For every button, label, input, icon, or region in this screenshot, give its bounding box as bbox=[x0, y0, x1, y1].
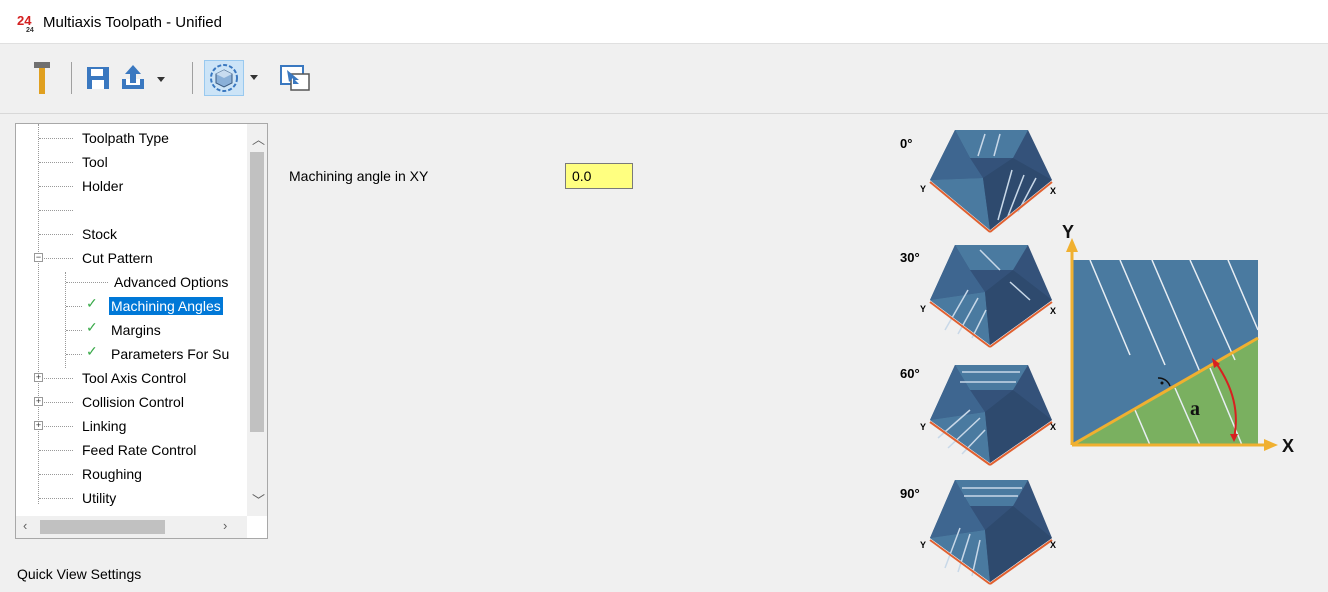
scrollbar-thumb[interactable] bbox=[250, 152, 264, 432]
tree-item-utility[interactable]: Utility bbox=[80, 487, 118, 509]
toolbar-separator bbox=[71, 62, 72, 94]
tree-item-toolpath-type[interactable]: Toolpath Type bbox=[80, 127, 171, 149]
save-icon bbox=[87, 67, 109, 89]
export-button[interactable] bbox=[120, 60, 168, 96]
title-bar: 24 24 Multiaxis Toolpath - Unified bbox=[0, 0, 1328, 44]
angle-label-90: 90° bbox=[900, 486, 920, 501]
axis-label-y: Y bbox=[920, 540, 926, 550]
tree-item-advanced-options[interactable]: Advanced Options bbox=[112, 271, 230, 293]
toolbar-separator bbox=[192, 62, 193, 94]
tree-connector bbox=[66, 282, 108, 283]
collapse-icon[interactable]: − bbox=[34, 253, 43, 262]
tree-item-tool-axis-control[interactable]: Tool Axis Control bbox=[80, 367, 188, 389]
tree-connector bbox=[39, 138, 73, 139]
angle-diagram: a Y X bbox=[1062, 222, 1294, 456]
tool-button[interactable] bbox=[28, 60, 56, 96]
tree-item-linking[interactable]: Linking bbox=[80, 415, 128, 437]
axis-label-x: X bbox=[1050, 306, 1056, 316]
tree-item-parameters-for-surfaces[interactable]: Parameters For Su bbox=[109, 343, 231, 365]
machining-angle-input[interactable] bbox=[565, 163, 633, 189]
tree-item-machining-angles[interactable]: Machining Angles bbox=[109, 295, 223, 317]
tree-connector bbox=[39, 498, 73, 499]
tree-vertical-scrollbar[interactable]: ︿ ﹀ bbox=[247, 124, 267, 516]
tree-connector bbox=[66, 306, 82, 307]
dock-button[interactable] bbox=[278, 60, 312, 96]
frustum-60deg bbox=[929, 365, 1053, 466]
axis-label-y: Y bbox=[920, 184, 926, 194]
toolbar bbox=[0, 44, 1328, 114]
expand-icon[interactable]: + bbox=[34, 397, 43, 406]
angle-symbol: a bbox=[1190, 398, 1200, 420]
machining-angle-illustration: 0° 30° 60° 90° Y X Y X Y X Y X a Y X bbox=[900, 130, 1294, 585]
svg-text:24: 24 bbox=[26, 27, 34, 33]
scroll-down-icon[interactable]: ﹀ bbox=[252, 490, 265, 509]
svg-text:24: 24 bbox=[17, 13, 32, 28]
scroll-up-icon[interactable]: ︿ bbox=[252, 129, 265, 148]
tree-connector bbox=[39, 450, 73, 451]
axis-label-y: Y bbox=[920, 304, 926, 314]
tree-connector bbox=[38, 124, 39, 504]
check-icon: ✓ bbox=[86, 343, 98, 359]
tool-icon bbox=[34, 62, 50, 94]
tree-item-roughing[interactable]: Roughing bbox=[80, 463, 144, 485]
check-icon: ✓ bbox=[86, 295, 98, 311]
scrollbar-corner bbox=[247, 516, 267, 538]
angle-label-60: 60° bbox=[900, 366, 920, 381]
angle-label-30: 30° bbox=[900, 250, 920, 265]
frustum-0deg bbox=[929, 130, 1053, 233]
chevron-down-icon bbox=[250, 75, 258, 80]
tree-item-collision-control[interactable]: Collision Control bbox=[80, 391, 186, 413]
tree-connector bbox=[39, 186, 73, 187]
view-icon bbox=[210, 64, 238, 92]
expand-icon[interactable]: + bbox=[34, 373, 43, 382]
tree-item-margins[interactable]: Margins bbox=[109, 319, 163, 341]
tree-connector bbox=[39, 234, 73, 235]
axis-label-x: X bbox=[1050, 422, 1056, 432]
scroll-left-icon[interactable]: ‹ bbox=[23, 518, 27, 533]
tree-connector bbox=[44, 258, 73, 259]
frustum-30deg bbox=[929, 245, 1053, 348]
y-axis-label: Y bbox=[1062, 222, 1074, 242]
check-icon: ✓ bbox=[86, 319, 98, 335]
tree-item-holder[interactable]: Holder bbox=[80, 175, 125, 197]
axis-label-y: Y bbox=[920, 422, 926, 432]
export-icon bbox=[122, 65, 165, 89]
tree-connector bbox=[39, 474, 73, 475]
mastercam-logo: 24 24 bbox=[17, 13, 34, 33]
angle-label-0: 0° bbox=[900, 136, 912, 151]
axis-label-x: X bbox=[1050, 540, 1056, 550]
scrollbar-thumb[interactable] bbox=[40, 520, 165, 534]
save-button[interactable] bbox=[84, 60, 112, 96]
tree-connector bbox=[44, 378, 73, 379]
tree-connector bbox=[44, 426, 73, 427]
axis-label-x: X bbox=[1050, 186, 1056, 196]
parameter-tree[interactable]: Toolpath Type Tool Holder Stock − Cut Pa… bbox=[15, 123, 268, 539]
view-dropdown-button[interactable] bbox=[244, 60, 264, 96]
tree-connector bbox=[66, 354, 82, 355]
quick-view-settings-label: Quick View Settings bbox=[17, 566, 142, 582]
dock-icon bbox=[280, 65, 310, 91]
view-button[interactable] bbox=[204, 60, 244, 96]
tree-item-feed-rate-control[interactable]: Feed Rate Control bbox=[80, 439, 198, 461]
tree-item-cut-pattern[interactable]: Cut Pattern bbox=[80, 247, 155, 269]
scroll-right-icon[interactable]: › bbox=[223, 518, 227, 533]
frustum-90deg bbox=[929, 480, 1053, 585]
tree-connector bbox=[39, 210, 73, 211]
window-title: Multiaxis Toolpath - Unified bbox=[43, 14, 222, 31]
tree-connector bbox=[44, 402, 73, 403]
tree-item-blank[interactable] bbox=[80, 199, 84, 221]
machining-angle-label: Machining angle in XY bbox=[289, 168, 429, 184]
tree-horizontal-scrollbar[interactable]: ‹ › bbox=[16, 516, 249, 538]
x-axis-label: X bbox=[1282, 436, 1294, 456]
tree-connector bbox=[66, 330, 82, 331]
tree-item-tool[interactable]: Tool bbox=[80, 151, 110, 173]
expand-icon[interactable]: + bbox=[34, 421, 43, 430]
tree-item-stock[interactable]: Stock bbox=[80, 223, 119, 245]
tree-connector bbox=[39, 162, 73, 163]
